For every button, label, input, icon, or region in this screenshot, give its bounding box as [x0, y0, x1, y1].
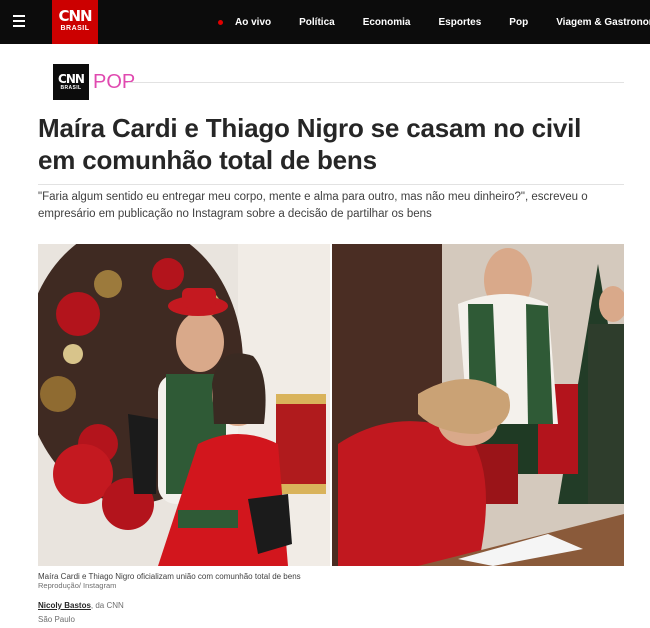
main-nav: Ao vivo Política Economia Esportes Pop V…	[218, 0, 650, 44]
nav-item-label: Pop	[509, 16, 529, 28]
nav-item-economia[interactable]: Economia	[363, 17, 411, 28]
section-logo-brasil-text: BRASIL	[60, 85, 82, 91]
section-cnn-logo: CNN BRASIL	[53, 64, 89, 100]
nav-item-politica[interactable]: Política	[299, 17, 335, 28]
cnn-brasil-logo[interactable]: CNN BRASIL	[52, 0, 98, 44]
nav-item-viagem-gastronomia[interactable]: Viagem & Gastronomia	[556, 17, 650, 28]
headline-divider	[38, 184, 624, 185]
byline-location: São Paulo	[38, 615, 75, 624]
live-dot-icon	[218, 19, 223, 25]
article-title: Maíra Cardi e Thiago Nigro se casam no c…	[38, 113, 582, 175]
section-logo-cnn-text: CNN	[58, 72, 85, 86]
section-divider	[128, 82, 624, 83]
article-main-image[interactable]	[38, 244, 624, 566]
byline: Nicoly Bastos, da CNN	[38, 601, 124, 611]
nav-item-pop[interactable]: Pop	[509, 17, 528, 28]
logo-brasil-text: BRASIL	[60, 25, 90, 32]
author-link[interactable]: Nicoly Bastos	[38, 601, 91, 610]
article-dek: "Faria algum sentido eu entregar meu cor…	[38, 191, 588, 220]
hamburger-menu-icon[interactable]	[13, 15, 25, 27]
nav-item-label: Economia	[362, 16, 411, 28]
top-navigation-bar: CNN BRASIL Ao vivo Política Economia Esp…	[0, 0, 650, 44]
byline-outlet: , da CNN	[90, 601, 124, 610]
nav-item-label: Viagem & Gastronomia	[556, 16, 650, 28]
nav-item-esportes[interactable]: Esportes	[439, 17, 482, 28]
section-brand[interactable]: CNN BRASIL POP	[53, 64, 135, 100]
nav-item-label: Política	[299, 16, 335, 28]
logo-cnn-text: CNN	[58, 7, 92, 25]
image-credit: Reprodução/ Instagram	[38, 581, 117, 590]
nav-item-label: Esportes	[438, 16, 482, 28]
nav-item-ao-vivo[interactable]: Ao vivo	[218, 17, 271, 28]
image-caption: Maíra Cardi e Thiago Nigro oficializam u…	[38, 572, 301, 581]
nav-item-label: Ao vivo	[235, 16, 272, 28]
photo-illustration	[38, 244, 624, 566]
